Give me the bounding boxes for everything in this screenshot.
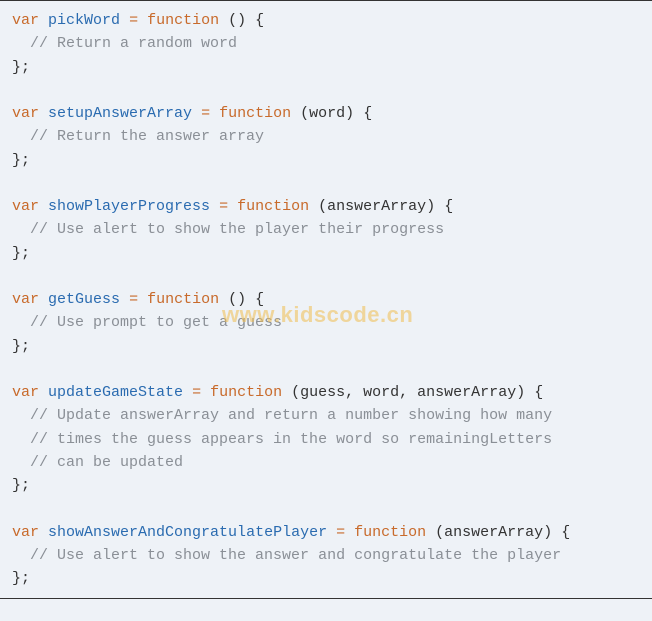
code-block: var pickWord = function () { // Return a… [12,9,640,590]
code-snippet: var pickWord = function () { // Return a… [12,9,640,590]
